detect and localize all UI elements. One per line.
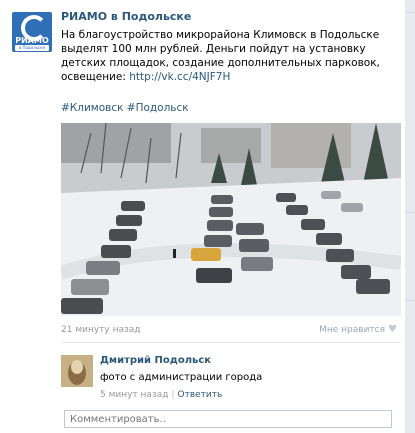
heart-icon: ♥	[388, 324, 397, 335]
post-link[interactable]: http://vk.cc/4NJF7H	[129, 71, 230, 83]
right-scroll-strip	[405, 0, 415, 433]
community-avatar[interactable]: РИАМО в Подольске	[12, 12, 52, 52]
post-photo[interactable]	[61, 123, 401, 316]
commenter-photo	[61, 355, 93, 387]
separator: |	[171, 390, 175, 400]
avatar-brand-text: РИАМО	[15, 36, 49, 45]
comment-author-link[interactable]: Дмитрий Подольск	[100, 355, 211, 366]
like-label: Мне нравится	[319, 324, 386, 335]
post-time[interactable]: 21 минуту назад	[61, 325, 141, 335]
post-author-link[interactable]: РИАМО в Подольске	[61, 10, 191, 23]
post-text: На благоустройство микрорайона Климовск …	[61, 28, 401, 84]
avatar-sub-text: в Подольске	[15, 45, 49, 51]
comment-meta: 5 минут назад | Ответить	[100, 390, 222, 400]
comment-time[interactable]: 5 минут назад	[100, 390, 168, 400]
reply-link[interactable]: Ответить	[178, 390, 223, 400]
parking-lot-photo	[61, 123, 401, 316]
post-hashtags[interactable]: #Климовск #Подольск	[61, 102, 189, 114]
comment-divider	[61, 342, 401, 343]
like-button[interactable]: Мне нравится ♥	[319, 324, 397, 335]
commenter-avatar[interactable]	[61, 355, 93, 387]
comment-text: фото с администрации города	[100, 372, 263, 383]
comment-input[interactable]: Комментировать..	[64, 410, 392, 428]
